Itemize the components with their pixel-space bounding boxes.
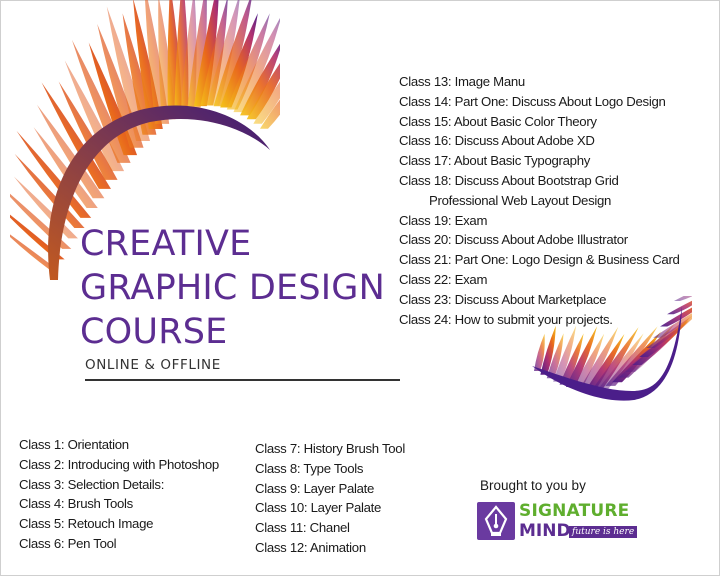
- title-line-3: COURSE: [80, 312, 228, 352]
- list-item: Class 1: Orientation: [19, 437, 129, 452]
- signature-mind-logo: SIGNATURE MIND future is here: [477, 501, 638, 544]
- logo-word-mind: MIND: [519, 521, 571, 541]
- list-item: Class 7: History Brush Tool: [255, 441, 405, 456]
- list-item: Class 5: Retouch Image: [19, 516, 154, 532]
- class-list-left: Class 1: Orientation Class 2: Introducin…: [19, 435, 219, 554]
- list-item: Class 17: About Basic Typography: [399, 153, 591, 169]
- logo-mark: [477, 502, 515, 540]
- list-item-continuation: Professional Web Layout Design: [429, 192, 612, 208]
- list-item: Class 11: Chanel: [255, 520, 350, 536]
- list-item: Class 6: Pen Tool: [19, 535, 117, 551]
- list-item: Class 9: Layer Palate: [255, 480, 375, 496]
- list-item: Class 14: Part One: Discuss About Logo D…: [399, 93, 666, 109]
- course-title: CREATIVE GRAPHIC DESIGN COURSE: [80, 222, 385, 354]
- list-item: Class 4: Brush Tools: [19, 496, 133, 512]
- list-item: Class 10: Layer Palate: [255, 500, 382, 516]
- pen-nib-icon: [484, 505, 508, 536]
- list-item: Class 19: Exam: [399, 212, 488, 228]
- logo-word-signature: SIGNATURE: [519, 501, 630, 521]
- title-line-1: CREATIVE: [80, 224, 252, 264]
- list-item: Class 22: Exam: [399, 271, 488, 287]
- list-item: Class 13: Image Manu: [399, 74, 525, 89]
- list-item: Class 21: Part One: Logo Design & Busine…: [399, 252, 680, 268]
- title-line-2: GRAPHIC DESIGN: [80, 268, 385, 308]
- list-item: Class 20: Discuss About Adobe Illustrato…: [399, 232, 628, 248]
- list-item: Class 8: Type Tools: [255, 460, 364, 476]
- list-item: Class 15: About Basic Color Theory: [399, 113, 597, 129]
- list-item: Class 12: Animation: [255, 539, 366, 555]
- brought-to-you-label: Brought to you by: [480, 478, 586, 493]
- logo-tagline: future is here: [569, 526, 638, 538]
- list-item: Class 24: How to submit your projects.: [399, 311, 613, 327]
- course-subtitle: ONLINE & OFFLINE: [85, 357, 221, 373]
- class-list-middle: Class 7: History Brush Tool Class 8: Typ…: [255, 439, 405, 558]
- list-item: Class 18: Discuss About Bootstrap Grid: [399, 172, 619, 188]
- list-item: Class 3: Selection Details:: [19, 476, 165, 492]
- list-item: Class 16: Discuss About Adobe XD: [399, 133, 595, 149]
- subtitle-divider: [85, 379, 400, 381]
- class-list-right: Class 13: Image Manu Class 14: Part One:…: [399, 72, 680, 329]
- list-item: Class 2: Introducing with Photoshop: [19, 456, 219, 472]
- list-item: Class 23: Discuss About Marketplace: [399, 291, 607, 307]
